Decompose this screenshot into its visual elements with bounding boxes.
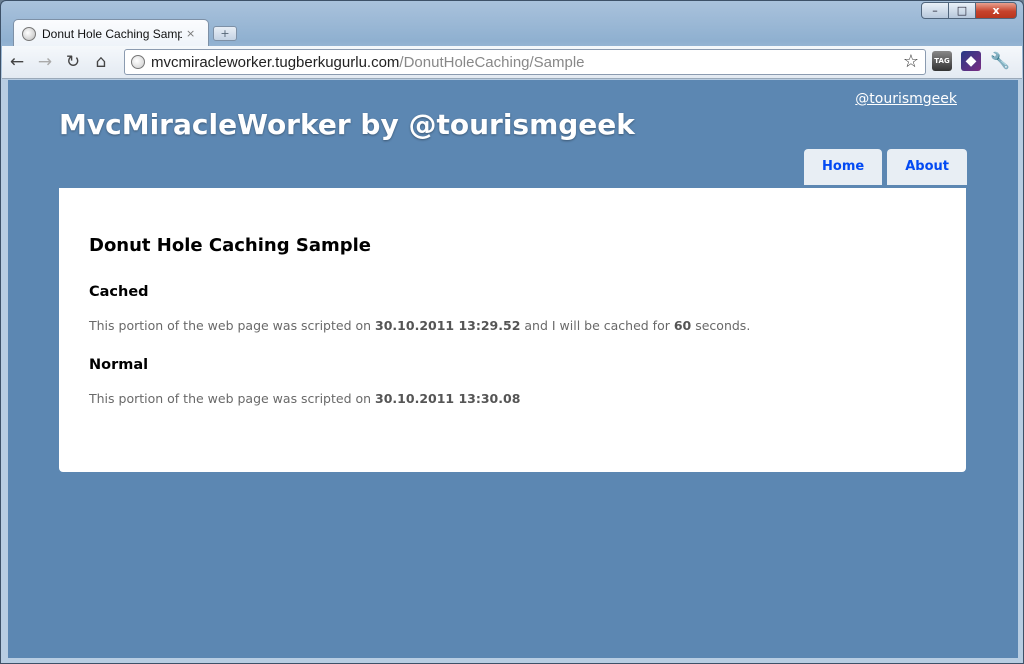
url-text: mvcmiracleworker.tugberkugurlu.com/Donut… <box>151 54 585 71</box>
url-host: mvcmiracleworker.tugberkugurlu.com <box>151 53 400 71</box>
close-window-button[interactable]: x <box>975 2 1017 19</box>
tab-close-icon[interactable]: × <box>186 27 195 40</box>
page-heading: Donut Hole Caching Sample <box>89 235 371 256</box>
menu-item-about[interactable]: About <box>887 149 967 185</box>
browser-toolbar: ← → ↻ ⌂ mvcmiracleworker.tugberkugurlu.c… <box>2 46 1022 79</box>
browser-tab[interactable]: Donut Hole Caching Sampl × <box>13 19 209 47</box>
normal-paragraph: This portion of the web page was scripte… <box>89 391 936 406</box>
maximize-button[interactable]: □ <box>948 2 976 19</box>
main-menu: Home About <box>799 149 967 185</box>
wrench-icon[interactable]: 🔧 <box>990 51 1010 71</box>
twitter-link[interactable]: @tourismgeek <box>855 91 957 107</box>
reload-icon[interactable]: ↻ <box>60 49 86 75</box>
site-title: MvcMiracleWorker by @tourismgeek <box>59 108 635 141</box>
normal-text-before: This portion of the web page was scripte… <box>89 391 376 406</box>
globe-icon <box>131 55 145 69</box>
minimize-button[interactable]: – <box>921 2 949 19</box>
browser-window: – □ x Donut Hole Caching Sampl × + ← → ↻… <box>0 0 1024 664</box>
cached-paragraph: This portion of the web page was scripte… <box>89 318 936 333</box>
back-arrow-icon[interactable]: ← <box>4 49 30 75</box>
cached-text-before: This portion of the web page was scripte… <box>89 318 376 333</box>
cached-text-after: seconds. <box>691 318 751 333</box>
normal-heading: Normal <box>89 357 149 373</box>
address-bar[interactable]: mvcmiracleworker.tugberkugurlu.com/Donut… <box>124 49 926 75</box>
tag-extension-icon[interactable]: TAG <box>932 51 952 71</box>
window-controls: – □ x <box>921 2 1017 19</box>
bookmark-star-icon[interactable]: ☆ <box>903 51 919 72</box>
new-tab-button[interactable]: + <box>213 26 237 41</box>
cube-extension-icon[interactable]: ◆ <box>961 51 981 71</box>
cached-text-middle: and I will be cached for <box>520 318 674 333</box>
cached-heading: Cached <box>89 284 149 300</box>
page-viewport: @tourismgeek MvcMiracleWorker by @touris… <box>8 80 1018 658</box>
menu-item-home[interactable]: Home <box>804 149 883 185</box>
main-content: Donut Hole Caching Sample Cached This po… <box>59 188 966 472</box>
tab-strip: Donut Hole Caching Sampl × + <box>1 19 1023 47</box>
home-icon[interactable]: ⌂ <box>88 49 114 75</box>
normal-timestamp: 30.10.2011 13:30.08 <box>375 391 521 406</box>
cached-timestamp: 30.10.2011 13:29.52 <box>375 318 521 333</box>
tab-title: Donut Hole Caching Sampl <box>42 26 182 41</box>
url-path: /DonutHoleCaching/Sample <box>399 53 585 71</box>
forward-arrow-icon[interactable]: → <box>32 49 58 75</box>
globe-favicon-icon <box>22 26 36 41</box>
cache-duration-seconds: 60 <box>673 318 692 333</box>
extension-icons: TAG ◆ 🔧 <box>932 51 1019 71</box>
